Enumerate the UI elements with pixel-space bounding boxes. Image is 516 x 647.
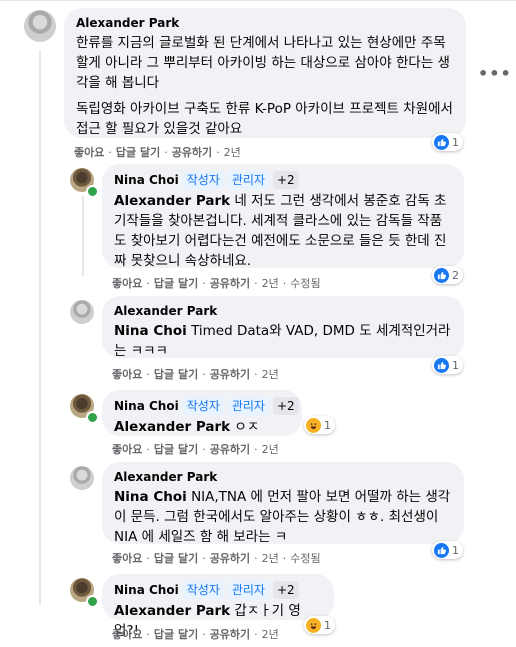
comment-paragraph: 한류를 지금의 글로벌화 된 단계에서 나타나고 있는 현상에만 주목 할게 아…	[76, 35, 450, 91]
thread-line	[39, 50, 41, 605]
comment-author[interactable]: Alexander Park	[114, 469, 452, 485]
author-badge: 작성자	[182, 171, 224, 189]
comment-actions: 좋아요 · 답글 달기 · 공유하기 · 2년	[112, 366, 279, 382]
timestamp[interactable]: 2년	[262, 550, 279, 566]
online-status-icon	[86, 595, 99, 608]
avatar[interactable]	[70, 466, 94, 490]
avatar[interactable]	[70, 300, 94, 324]
reply-button[interactable]: 답글 달기	[154, 275, 198, 291]
edited-label[interactable]: 수정됨	[290, 275, 320, 291]
reaction-count-value: 1	[452, 543, 459, 557]
reply-button[interactable]: 답글 달기	[154, 441, 198, 457]
reaction-count[interactable]: 1	[304, 416, 335, 434]
admin-badge: 관리자	[227, 581, 269, 599]
comment-author[interactable]: Nina Choi	[114, 582, 179, 598]
thread-line	[82, 196, 84, 276]
like-button[interactable]: 좋아요	[112, 626, 142, 642]
comment-bubble: Nina Choi 작성자 관리자 +2 Alexander Park ㅇㅈ	[102, 390, 302, 436]
admin-badge: 관리자	[227, 397, 269, 415]
reply-button[interactable]: 답글 달기	[116, 144, 160, 160]
comment-author[interactable]: Alexander Park	[76, 15, 454, 31]
reaction-count[interactable]: 2	[432, 266, 463, 284]
comment-text: Alexander Park ㅇㅈ	[114, 417, 290, 437]
more-badges[interactable]: +2	[272, 171, 299, 189]
comment-paragraph: 독립영화 아카이브 구축도 한류 K-PoP 아카이브 프로젝트 차원에서 접근…	[76, 101, 453, 137]
like-button[interactable]: 좋아요	[112, 275, 142, 291]
reply-button[interactable]: 답글 달기	[154, 550, 198, 566]
mention-link[interactable]: Alexander Park	[114, 603, 230, 619]
comment-actions: 좋아요 · 답글 달기 · 공유하기 · 2년	[112, 441, 279, 457]
comment-author-row: Nina Choi 작성자 관리자 +2	[114, 397, 299, 415]
share-button[interactable]: 공유하기	[210, 550, 250, 566]
comment-text: 한류를 지금의 글로벌화 된 단계에서 나타나고 있는 현상에만 주목 할게 아…	[76, 33, 454, 139]
comment-actions: 좋아요 · 답글 달기 · 공유하기 · 2년 · 수정됨	[112, 550, 321, 566]
share-button[interactable]: 공유하기	[172, 144, 212, 160]
share-button[interactable]: 공유하기	[210, 441, 250, 457]
comment-author-row: Nina Choi 작성자 관리자 +2	[114, 171, 452, 189]
comment-actions: 좋아요 · 답글 달기 · 공유하기 · 2년 · 수정됨	[112, 275, 321, 291]
reaction-count-value: 1	[324, 618, 331, 632]
like-icon	[434, 357, 449, 373]
more-horizontal-icon[interactable]: •••	[478, 64, 512, 83]
like-button[interactable]: 좋아요	[74, 144, 104, 160]
comment-author[interactable]: Nina Choi	[114, 398, 179, 414]
like-button[interactable]: 좋아요	[112, 550, 142, 566]
reaction-count-value: 2	[452, 268, 459, 282]
share-button[interactable]: 공유하기	[210, 275, 250, 291]
timestamp[interactable]: 2년	[262, 626, 279, 642]
reaction-count-value: 1	[452, 358, 459, 372]
reaction-count[interactable]: 1	[432, 133, 463, 151]
reaction-count-value: 1	[452, 135, 459, 149]
reply-button[interactable]: 답글 달기	[154, 626, 198, 642]
mention-link[interactable]: Nina Choi	[114, 323, 187, 339]
more-badges[interactable]: +2	[272, 581, 299, 599]
timestamp[interactable]: 2년	[224, 144, 241, 160]
comment-bubble: Nina Choi 작성자 관리자 +2 Alexander Park 갑ㅈㅏ기…	[102, 574, 334, 639]
comment-actions: 좋아요 · 답글 달기 · 공유하기 · 2년	[74, 144, 241, 160]
like-icon	[434, 134, 449, 150]
reply-button[interactable]: 답글 달기	[154, 366, 198, 382]
online-status-icon	[86, 185, 99, 198]
comment-text: Nina Choi Timed Data와 VAD, DMD 도 세계적인거라는…	[114, 321, 452, 361]
timestamp[interactable]: 2년	[262, 275, 279, 291]
share-button[interactable]: 공유하기	[210, 366, 250, 382]
like-icon	[434, 542, 449, 558]
comment-bubble: Alexander Park Nina Choi NIA,TNA 에 먼저 팔아…	[102, 462, 464, 547]
reaction-count[interactable]: 1	[432, 356, 463, 374]
timestamp[interactable]: 2년	[262, 366, 279, 382]
haha-icon	[306, 417, 321, 433]
edited-label[interactable]: 수정됨	[290, 550, 320, 566]
admin-badge: 관리자	[227, 171, 269, 189]
reaction-count-value: 1	[324, 418, 331, 432]
author-badge: 작성자	[182, 397, 224, 415]
haha-icon	[306, 617, 321, 633]
comment-bubble: Alexander Park Nina Choi Timed Data와 VAD…	[102, 296, 464, 361]
online-status-icon	[86, 411, 99, 424]
top-divider	[0, 0, 516, 1]
timestamp[interactable]: 2년	[262, 441, 279, 457]
like-icon	[434, 267, 449, 283]
comment-body: ㅇㅈ	[230, 419, 260, 435]
mention-link[interactable]: Nina Choi	[114, 489, 187, 505]
comment-author-row: Nina Choi 작성자 관리자 +2	[114, 581, 322, 599]
comment-bubble: Nina Choi 작성자 관리자 +2 Alexander Park 네 저도…	[102, 164, 464, 271]
comment-author[interactable]: Nina Choi	[114, 172, 179, 188]
like-button[interactable]: 좋아요	[112, 366, 142, 382]
comment-text: Nina Choi NIA,TNA 에 먼저 팔아 보면 어떨까 하는 생각이 …	[114, 487, 452, 547]
reaction-count[interactable]: 1	[432, 541, 463, 559]
comment-text: Alexander Park 네 저도 그런 생각에서 봉준호 감독 초기작들을…	[114, 191, 452, 271]
more-badges[interactable]: +2	[272, 397, 299, 415]
comment-author[interactable]: Alexander Park	[114, 303, 452, 319]
comment-actions: 좋아요 · 답글 달기 · 공유하기 · 2년	[112, 626, 279, 642]
avatar[interactable]	[24, 10, 56, 42]
share-button[interactable]: 공유하기	[210, 626, 250, 642]
author-badge: 작성자	[182, 581, 224, 599]
comment-bubble: Alexander Park 한류를 지금의 글로벌화 된 단계에서 나타나고 …	[64, 8, 466, 138]
like-button[interactable]: 좋아요	[112, 441, 142, 457]
mention-link[interactable]: Alexander Park	[114, 193, 230, 209]
reaction-count[interactable]: 1	[304, 616, 335, 634]
mention-link[interactable]: Alexander Park	[114, 419, 230, 435]
